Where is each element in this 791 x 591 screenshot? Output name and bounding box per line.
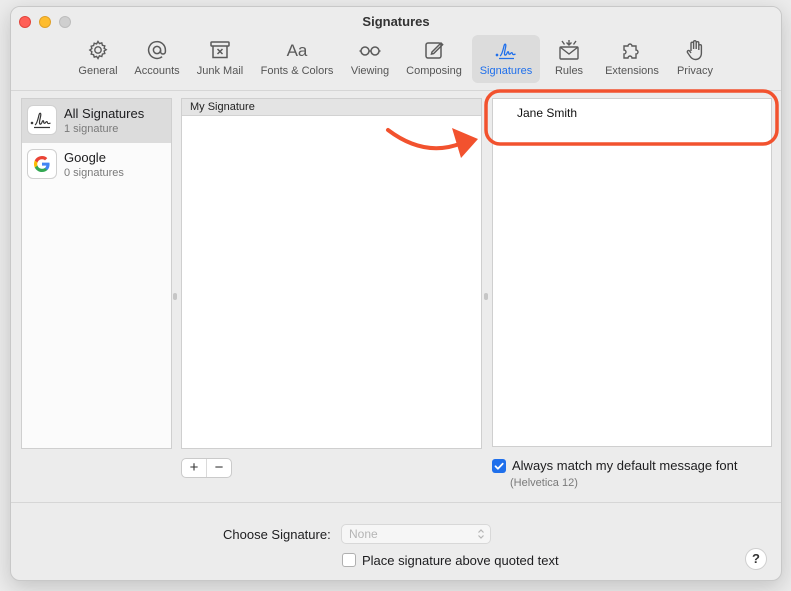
tab-privacy-label: Privacy — [676, 65, 714, 77]
place-above-label: Place signature above quoted text — [362, 553, 559, 568]
choose-signature-select[interactable]: None — [341, 524, 491, 544]
account-google[interactable]: Google 0 signatures — [22, 143, 171, 187]
gear-icon — [74, 35, 122, 65]
title-bar: Signatures General Accounts Junk Mail Aa… — [11, 7, 781, 91]
account-signature-count: 1 signature — [64, 123, 119, 135]
pane-splitter-left[interactable] — [173, 293, 177, 300]
tab-composing-label: Composing — [406, 65, 462, 77]
at-sign-icon — [129, 35, 185, 65]
puzzle-icon — [597, 35, 667, 65]
glasses-icon — [345, 35, 395, 65]
hand-icon — [671, 35, 719, 65]
tab-accounts-label: Accounts — [134, 65, 180, 77]
remove-signature-button[interactable]: − — [206, 459, 231, 477]
tab-extensions-label: Extensions — [605, 65, 659, 77]
preferences-window: Signatures General Accounts Junk Mail Aa… — [10, 6, 782, 581]
help-button[interactable]: ? — [745, 548, 767, 570]
checkmark-icon — [494, 462, 504, 470]
add-remove-control: + − — [181, 458, 232, 478]
pane-splitter-right[interactable] — [484, 293, 488, 300]
google-logo-icon — [27, 149, 57, 179]
preferences-toolbar: General Accounts Junk Mail Aa Fonts & Co… — [11, 35, 781, 87]
tab-fonts-colors-label: Fonts & Colors — [260, 65, 334, 77]
tab-accounts[interactable]: Accounts — [129, 35, 185, 83]
match-font-checkbox[interactable] — [492, 459, 506, 473]
signature-icon — [27, 105, 57, 135]
account-name: All Signatures — [64, 106, 145, 121]
add-signature-button[interactable]: + — [182, 459, 206, 477]
tab-viewing[interactable]: Viewing — [345, 35, 395, 83]
choose-signature-value: None — [349, 527, 378, 541]
tab-rules-label: Rules — [554, 65, 584, 77]
rules-envelope-icon — [547, 35, 591, 65]
compose-icon — [401, 35, 467, 65]
tab-viewing-label: Viewing — [350, 65, 390, 77]
svg-text:Aa: Aa — [287, 41, 308, 60]
place-above-checkbox[interactable] — [342, 553, 356, 567]
account-all-signatures[interactable]: All Signatures 1 signature — [22, 99, 171, 143]
tab-general[interactable]: General — [74, 35, 122, 83]
tab-signatures[interactable]: Signatures — [472, 35, 540, 83]
tab-signatures-label: Signatures — [479, 65, 533, 77]
signature-list: My Signature — [181, 98, 482, 449]
tab-fonts-colors[interactable]: Aa Fonts & Colors — [255, 35, 339, 83]
account-name: Google — [64, 150, 106, 165]
account-signature-count: 0 signatures — [64, 167, 124, 179]
choose-signature-label: Choose Signature: — [223, 527, 331, 542]
match-font-label: Always match my default message font — [512, 458, 738, 473]
signature-item-my-signature[interactable]: My Signature — [182, 99, 481, 116]
chevron-up-down-icon — [478, 529, 484, 539]
tab-junk-mail[interactable]: Junk Mail — [191, 35, 249, 83]
preferences-footer: Choose Signature: None Place signature a… — [11, 502, 781, 580]
tab-general-label: General — [78, 65, 118, 77]
accounts-list: All Signatures 1 signature Google 0 sign… — [21, 98, 172, 449]
junk-mail-icon — [191, 35, 249, 65]
tab-privacy[interactable]: Privacy — [671, 35, 719, 83]
window-title: Signatures — [362, 14, 430, 29]
tab-composing[interactable]: Composing — [401, 35, 467, 83]
tab-extensions[interactable]: Extensions — [597, 35, 667, 83]
signature-icon — [472, 35, 540, 65]
fonts-icon: Aa — [255, 35, 339, 65]
tab-rules[interactable]: Rules — [547, 35, 591, 83]
signature-text[interactable]: Jane Smith — [517, 106, 577, 120]
signature-preview-editor[interactable]: Jane Smith — [492, 98, 772, 447]
font-info: (Helvetica 12) — [510, 477, 578, 489]
tab-junk-mail-label: Junk Mail — [196, 65, 244, 77]
